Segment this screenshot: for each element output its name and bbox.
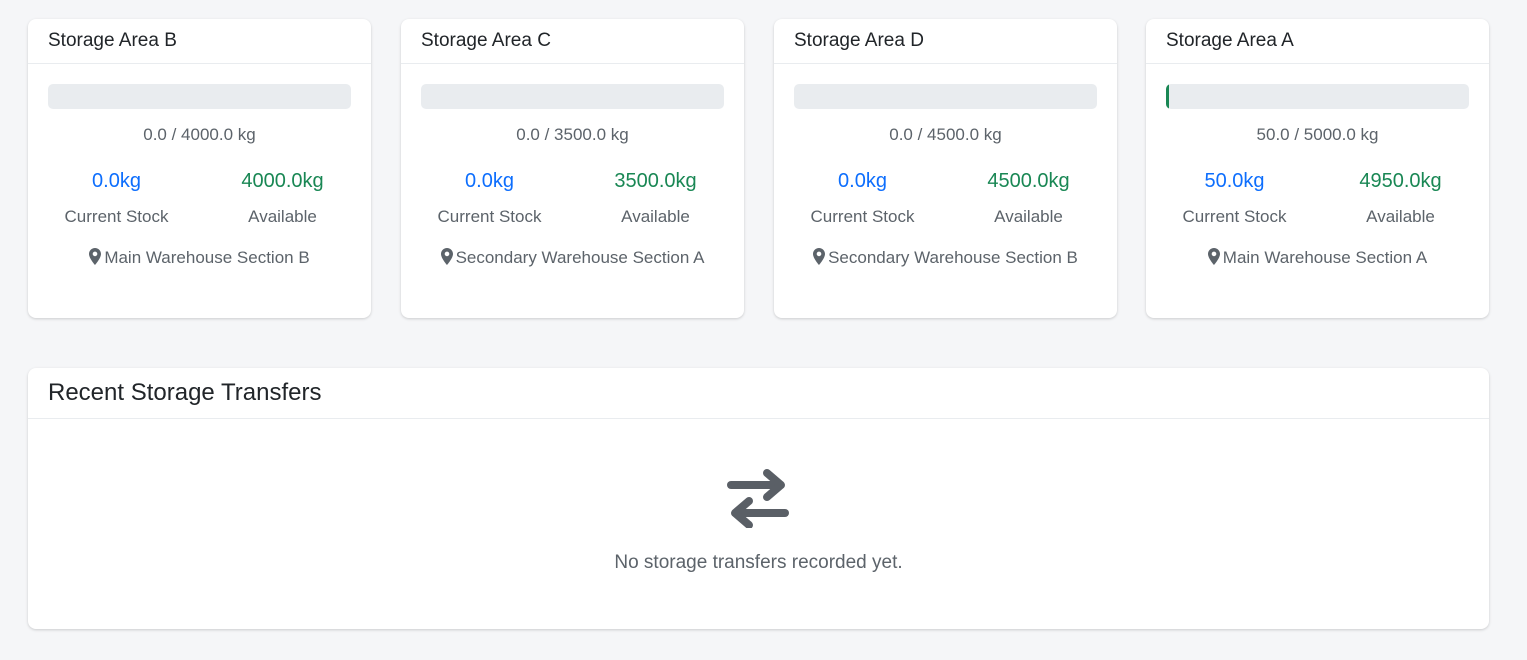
card-title: Storage Area A: [1146, 19, 1489, 64]
current-stock-value: 0.0kg: [838, 170, 887, 192]
capacity-progress-bar: [794, 84, 1097, 109]
location-text: Secondary Warehouse Section B: [828, 248, 1078, 267]
storage-area-card: Storage Area B 0.0 / 4000.0 kg 0.0kg Cur…: [28, 19, 371, 318]
card-title: Storage Area D: [774, 19, 1117, 64]
location-text: Main Warehouse Section B: [104, 248, 310, 267]
card-title: Storage Area C: [401, 19, 744, 64]
recent-transfers-panel: Recent Storage Transfers No storage tran…: [28, 368, 1489, 629]
available-label: Available: [1366, 207, 1435, 226]
available-stat: 4500.0kg Available: [946, 170, 1111, 227]
available-label: Available: [994, 207, 1063, 226]
available-stat: 4000.0kg Available: [200, 170, 365, 227]
current-stock-value: 0.0kg: [92, 170, 141, 192]
current-stock-stat: 0.0kg Current Stock: [779, 170, 946, 227]
available-value: 4950.0kg: [1359, 170, 1442, 192]
available-value: 3500.0kg: [614, 170, 697, 192]
capacity-text: 0.0 / 4000.0 kg: [143, 125, 256, 144]
capacity-text: 50.0 / 5000.0 kg: [1256, 125, 1379, 144]
current-stock-label: Current Stock: [1182, 207, 1287, 226]
location-text: Secondary Warehouse Section A: [455, 248, 705, 267]
map-pin-icon: [89, 248, 102, 265]
available-value: 4000.0kg: [241, 170, 324, 192]
current-stock-stat: 0.0kg Current Stock: [406, 170, 573, 227]
storage-area-card: Storage Area D 0.0 / 4500.0 kg 0.0kg Cur…: [774, 19, 1117, 318]
capacity-progress-bar: [1166, 84, 1469, 109]
available-label: Available: [621, 207, 690, 226]
capacity-progress-bar: [48, 84, 351, 109]
current-stock-label: Current Stock: [810, 207, 915, 226]
available-label: Available: [248, 207, 317, 226]
available-stat: 4950.0kg Available: [1318, 170, 1483, 227]
exchange-arrows-icon: [727, 469, 789, 528]
current-stock-label: Current Stock: [64, 207, 169, 226]
card-title: Storage Area B: [28, 19, 371, 64]
location: Main Warehouse Section B: [28, 248, 371, 268]
current-stock-value: 0.0kg: [465, 170, 514, 192]
location: Main Warehouse Section A: [1146, 248, 1489, 268]
capacity-progress-fill: [1166, 84, 1170, 109]
storage-area-card: Storage Area A 50.0 / 5000.0 kg 50.0kg C…: [1146, 19, 1489, 318]
storage-area-cards: Storage Area B 0.0 / 4000.0 kg 0.0kg Cur…: [28, 19, 1489, 318]
current-stock-stat: 50.0kg Current Stock: [1151, 170, 1318, 227]
map-pin-icon: [813, 248, 826, 265]
capacity-text: 0.0 / 4500.0 kg: [889, 125, 1002, 144]
empty-state-message: No storage transfers recorded yet.: [614, 552, 903, 573]
capacity-progress-bar: [421, 84, 724, 109]
map-pin-icon: [440, 248, 453, 265]
capacity-text: 0.0 / 3500.0 kg: [516, 125, 629, 144]
storage-area-card: Storage Area C 0.0 / 3500.0 kg 0.0kg Cur…: [401, 19, 744, 318]
current-stock-value: 50.0kg: [1204, 170, 1265, 192]
current-stock-stat: 0.0kg Current Stock: [33, 170, 200, 227]
map-pin-icon: [1207, 248, 1220, 265]
available-value: 4500.0kg: [987, 170, 1070, 192]
location-text: Main Warehouse Section A: [1222, 248, 1428, 267]
current-stock-label: Current Stock: [437, 207, 542, 226]
location: Secondary Warehouse Section B: [774, 248, 1117, 268]
panel-title: Recent Storage Transfers: [28, 368, 1489, 419]
available-stat: 3500.0kg Available: [573, 170, 738, 227]
location: Secondary Warehouse Section A: [401, 248, 744, 268]
